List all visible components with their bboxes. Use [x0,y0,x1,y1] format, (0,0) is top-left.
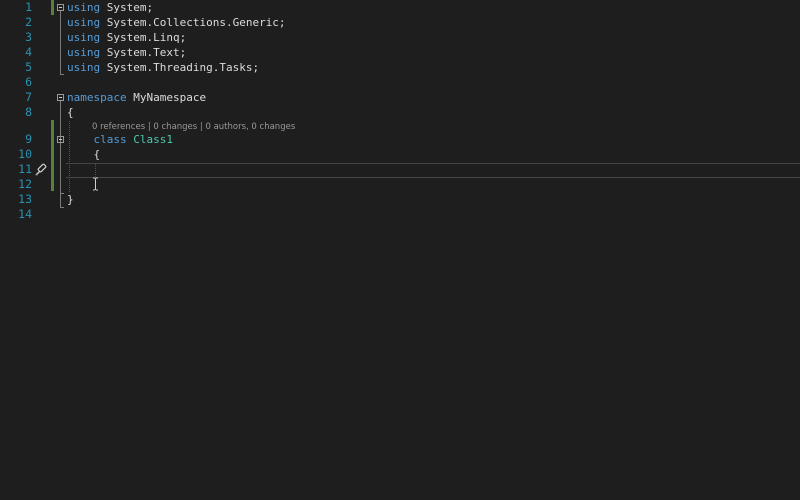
line-number: 3 [25,30,32,44]
fold-line [60,11,61,74]
line-number: 8 [25,105,32,119]
code-token: } [67,193,74,206]
code-line[interactable]: 5 using System.Threading.Tasks; [0,60,800,75]
code-text: using System.Linq; [67,30,186,45]
line-number: 12 [18,177,32,191]
code-text: } [67,192,74,207]
code-text: class Class1 [67,132,174,147]
code-editor[interactable]: 1 using System; 2 using System.Collections.… [0,0,800,500]
line-number: 5 [25,60,32,74]
code-line[interactable]: 8{ [0,105,800,120]
code-text: using System; [67,0,153,15]
code-line[interactable]: 14 [0,207,800,222]
collapse-namespace-icon[interactable] [57,94,64,101]
line-number: 6 [25,75,32,89]
code-text: { [67,147,100,162]
line-number: 14 [18,207,32,221]
code-token: System; [100,1,154,14]
code-token: System.Linq; [100,31,187,44]
fold-line-end [60,207,64,208]
code-token: System.Collections.Generic; [100,16,286,29]
code-token: System.Text; [100,46,187,59]
collapse-using-icon[interactable] [57,4,64,11]
code-token: { [67,106,74,119]
code-line[interactable]: 13} [0,192,800,207]
code-text: { [67,105,74,120]
code-line[interactable]: 12 [0,177,800,192]
keyword-token: class [93,133,127,146]
collapse-class-icon[interactable] [57,136,64,143]
keyword-token: namespace [67,91,127,104]
code-line[interactable]: 4 using System.Text; [0,45,800,60]
code-text: using System.Collections.Generic; [67,15,286,30]
code-line[interactable]: 10 { [0,147,800,162]
code-line[interactable]: 7 namespace MyNamespace [0,90,800,105]
code-line[interactable]: 1 using System; [0,0,800,15]
line-number: 1 [25,0,32,14]
code-token: System.Threading.Tasks; [100,61,260,74]
code-token: MyNamespace [126,91,207,104]
keyword-token: using [67,61,101,74]
code-text: using System.Threading.Tasks; [67,60,259,75]
keyword-token: using [67,31,101,44]
keyword-token: using [67,46,101,59]
indent-guide [69,121,70,192]
text-cursor-icon [93,177,98,191]
type-token: Class1 [133,133,173,146]
line-number: 10 [18,147,32,161]
code-text: using System.Text; [67,45,186,60]
change-bar [51,0,54,15]
line-number: 11 [18,162,32,176]
line-number: 7 [25,90,32,104]
codelens-info[interactable]: 0 references | 0 changes | 0 authors, 0 … [92,121,295,133]
fold-line-end [60,193,64,194]
line-number: 4 [25,45,32,59]
code-line[interactable]: 9 class Class1 [0,132,800,147]
line-number: 13 [18,192,32,206]
line-number: 2 [25,15,32,29]
fold-line [60,143,61,193]
line-number: 9 [25,132,32,146]
code-line[interactable]: 6 [0,75,800,90]
code-token: { [67,148,101,161]
code-line[interactable]: 2 using System.Collections.Generic; [0,15,800,30]
change-bar [51,120,54,191]
fold-line-end [60,74,64,75]
paintbrush-icon[interactable] [33,163,47,177]
keyword-token: using [67,16,101,29]
code-text: namespace MyNamespace [67,90,206,105]
code-line[interactable]: 3 using System.Linq; [0,30,800,45]
current-line-highlight [66,163,800,178]
keyword-token: using [67,1,101,14]
